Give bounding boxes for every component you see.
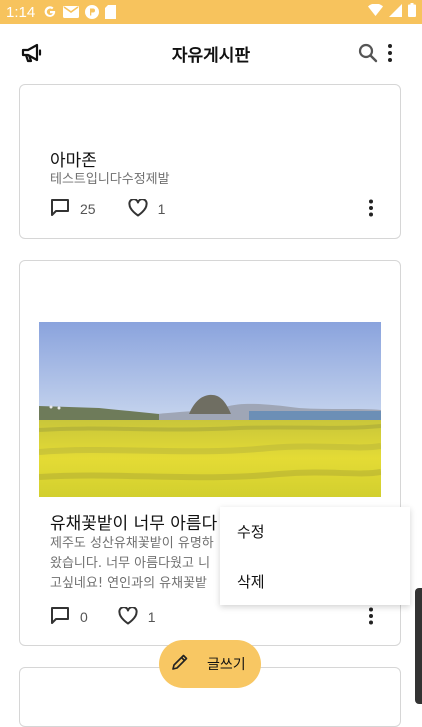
post-title: 유채꽃밭이 너무 아름다 (50, 514, 218, 534)
status-time: 1:14 (6, 3, 36, 21)
comment-icon (50, 198, 70, 220)
wifi-icon (368, 3, 383, 20)
status-bar: 1:14 (0, 0, 422, 24)
search-icon[interactable] (358, 43, 378, 67)
rapeseed-flower-field-photo (39, 322, 381, 497)
post-body-line: 왔습니다. 너무 아름다웠고 니 (50, 556, 211, 571)
post-title: 아마존 (50, 151, 97, 171)
sd-card-icon (105, 5, 117, 19)
comment-count: 25 (80, 201, 96, 217)
app-bar: 자유게시판 (0, 24, 422, 82)
google-icon (43, 5, 57, 19)
write-post-button[interactable]: 글쓰기 (159, 640, 261, 688)
post-body: 테스트입니다수정제발 (50, 172, 170, 187)
like-count: 1 (157, 201, 166, 217)
write-post-label: 글쓰기 (207, 657, 246, 673)
heart-icon[interactable] (118, 605, 138, 628)
post-body: 제주도 성산유채꽃밭이 유명하 왔습니다. 너무 아름다웠고 니 고싶네요! 연… (50, 534, 222, 594)
battery-icon (408, 3, 416, 21)
signal-icon (389, 3, 402, 21)
post-meta: 25 1 (50, 197, 197, 220)
post-context-menu: 수정 삭제 (220, 507, 410, 605)
menu-item-edit[interactable]: 수정 (237, 521, 265, 542)
more-vertical-icon[interactable] (382, 43, 398, 67)
scrollbar[interactable] (415, 588, 422, 704)
post-meta: 0 1 (50, 605, 188, 628)
heart-icon[interactable] (128, 197, 148, 220)
comment-icon (50, 606, 70, 628)
post-body-line: 고싶네요! 연인과의 유채꽃밭 (50, 576, 207, 591)
megaphone-icon[interactable] (20, 42, 44, 68)
mail-icon (63, 6, 80, 18)
post-body-line: 제주도 성산유채꽃밭이 유명하 (50, 536, 214, 551)
post-card[interactable]: 아마존 테스트입니다수정제발 25 1 (19, 84, 401, 239)
comment-count: 0 (80, 609, 88, 625)
menu-item-delete[interactable]: 삭제 (237, 571, 265, 592)
like-count: 1 (147, 609, 156, 625)
post-more-icon[interactable] (368, 199, 374, 221)
pencil-icon (171, 653, 189, 675)
page-title: 자유게시판 (171, 45, 251, 66)
pocket-icon (85, 5, 100, 19)
post-more-icon[interactable] (368, 607, 374, 629)
